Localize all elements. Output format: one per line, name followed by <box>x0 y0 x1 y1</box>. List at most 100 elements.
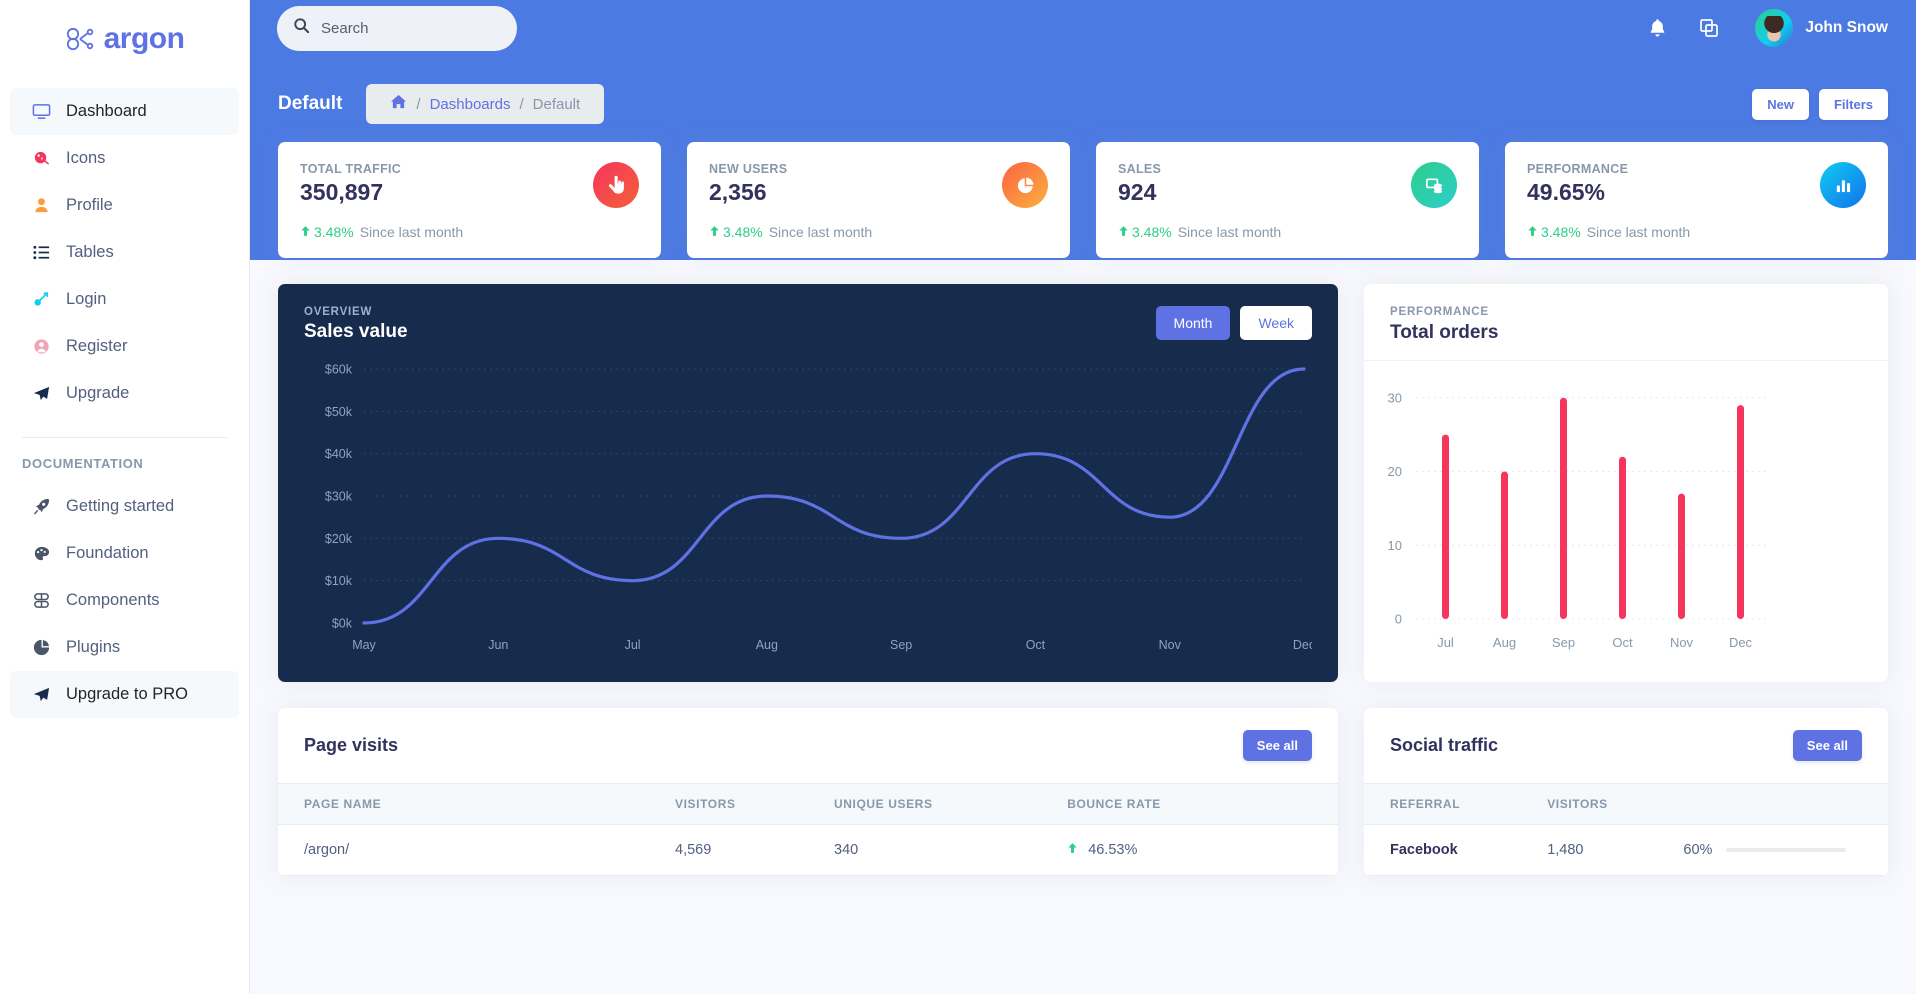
svg-text:$50k: $50k <box>325 405 353 419</box>
arrow-up-icon <box>1527 224 1538 240</box>
stat-card-total-traffic: TOTAL TRAFFIC 350,897 3.48% Since last m… <box>278 142 661 258</box>
sidebar-item-plugins[interactable]: Plugins <box>10 624 239 671</box>
svg-text:30: 30 <box>1388 390 1402 405</box>
svg-text:Sep: Sep <box>1552 635 1575 650</box>
stat-since: Since last month <box>1177 224 1282 240</box>
sidebar-item-label: Tables <box>66 243 114 261</box>
svg-text:May: May <box>352 638 376 652</box>
page-visits-see-all-button[interactable]: See all <box>1242 730 1312 761</box>
page-visits-card: Page visits See all PAGE NAME VISITORS U… <box>278 708 1338 876</box>
social-traffic-card: Social traffic See all REFERRAL VISITORS… <box>1364 708 1888 876</box>
arrow-up-icon <box>709 224 720 240</box>
header-actions: New Filters <box>1752 88 1888 120</box>
table-row[interactable]: Facebook 1,480 60% <box>1364 824 1888 876</box>
search-input[interactable] <box>321 19 501 37</box>
sidebar-item-tables[interactable]: Tables <box>10 229 239 276</box>
sidebar-item-label: Dashboard <box>66 102 147 120</box>
svg-text:$20k: $20k <box>325 532 353 546</box>
stat-since: Since last month <box>768 224 873 240</box>
column-visitors: VISITORS <box>1521 783 1658 825</box>
sidebar-item-register[interactable]: Register <box>10 323 239 370</box>
svg-text:0: 0 <box>1395 612 1402 627</box>
new-button[interactable]: New <box>1752 88 1809 120</box>
chart-title: Total orders <box>1390 322 1499 343</box>
svg-text:Sep: Sep <box>890 638 912 652</box>
page-title: Default <box>278 93 343 114</box>
stat-cards-row: TOTAL TRAFFIC 350,897 3.48% Since last m… <box>278 142 1888 258</box>
table-row[interactable]: /argon/ 4,569 340 46.53% <box>278 824 1338 876</box>
svg-text:Nov: Nov <box>1670 635 1694 650</box>
navbar-right: John Snow <box>1631 8 1888 48</box>
arrow-up-icon <box>300 224 311 240</box>
user-name: John Snow <box>1805 19 1888 36</box>
arrow-up-icon <box>1118 224 1129 240</box>
main-content: John Snow Default / Dashboards / Default… <box>250 0 1916 994</box>
sidebar-item-label: Components <box>66 591 160 609</box>
sidebar: argon Dashboard Icons Profile Tables Log… <box>0 0 250 994</box>
stat-delta: 3.48% <box>300 224 354 240</box>
hand-pointer-icon <box>593 162 639 208</box>
svg-text:$10k: $10k <box>325 574 353 588</box>
sidebar-item-upgrade[interactable]: Upgrade <box>10 370 239 417</box>
sidebar-item-components[interactable]: Components <box>10 577 239 624</box>
sidebar-item-dashboard[interactable]: Dashboard <box>10 88 239 135</box>
sidebar-item-profile[interactable]: Profile <box>10 182 239 229</box>
column-page-name: PAGE NAME <box>278 783 649 825</box>
sidebar-item-icons[interactable]: Icons <box>10 135 239 182</box>
cell-visitors: 4,569 <box>649 824 808 876</box>
breadcrumb-separator: / <box>416 95 421 113</box>
stat-delta: 3.48% <box>1527 224 1581 240</box>
stat-delta: 3.48% <box>709 224 763 240</box>
social-traffic-table: REFERRAL VISITORS Facebook 1,480 60% <box>1364 783 1888 876</box>
sidebar-item-getting-started[interactable]: Getting started <box>10 483 239 530</box>
sidebar-item-foundation[interactable]: Foundation <box>10 530 239 577</box>
svg-text:Oct: Oct <box>1026 638 1046 652</box>
cell-share: 60% <box>1657 824 1888 876</box>
rocket-icon <box>30 496 52 518</box>
svg-text:$40k: $40k <box>325 447 353 461</box>
user-menu[interactable]: John Snow <box>1755 9 1888 47</box>
page-visits-title: Page visits <box>304 735 399 755</box>
toggle-month-button[interactable]: Month <box>1155 306 1231 340</box>
breadcrumb: / Dashboards / Default <box>366 84 605 124</box>
bell-icon[interactable] <box>1631 8 1683 48</box>
bounce-rate-value: 46.53% <box>1088 842 1138 858</box>
svg-text:Aug: Aug <box>756 638 778 652</box>
svg-text:10: 10 <box>1388 538 1402 553</box>
key-icon <box>30 289 52 311</box>
breadcrumb-current: Default <box>532 95 581 113</box>
avatar <box>1755 9 1794 47</box>
sidebar-item-login[interactable]: Login <box>10 276 239 323</box>
planet-icon <box>30 148 52 170</box>
cell-referral: Facebook <box>1364 824 1522 876</box>
chart-eyebrow: PERFORMANCE <box>1390 306 1489 318</box>
home-icon[interactable] <box>390 94 407 114</box>
tv-screen-icon <box>30 101 52 123</box>
arrow-up-icon <box>1067 842 1078 858</box>
stat-value: 49.65% <box>1527 179 1606 205</box>
social-traffic-see-all-button[interactable]: See all <box>1792 730 1862 761</box>
bar-chart-icon <box>1820 162 1866 208</box>
brand-name: argon <box>103 22 185 55</box>
filters-button[interactable]: Filters <box>1818 88 1888 120</box>
page-header: Default / Dashboards / Default New Filte… <box>250 56 1916 130</box>
toggle-week-button[interactable]: Week <box>1240 306 1312 340</box>
sidebar-item-upgrade-to-pro[interactable]: Upgrade to PRO <box>10 671 239 718</box>
stat-label: NEW USERS <box>709 162 788 176</box>
circle-user-icon <box>30 336 52 358</box>
content-area: TOTAL TRAFFIC 350,897 3.48% Since last m… <box>250 130 1916 876</box>
social-traffic-title: Social traffic <box>1390 735 1499 755</box>
total-orders-chart-card: PERFORMANCE Total orders 0 10 20 30 Jul Aug Se… <box>1364 284 1888 682</box>
svg-text:Jul: Jul <box>625 638 641 652</box>
stat-delta-value: 3.48% <box>1132 224 1172 240</box>
search-box[interactable] <box>277 5 517 51</box>
column-unique-users: UNIQUE USERS <box>808 783 1042 825</box>
breadcrumb-link-dashboards[interactable]: Dashboards <box>430 96 511 113</box>
copy-windows-icon[interactable] <box>1683 8 1735 48</box>
column-bounce-rate: BOUNCE RATE <box>1041 783 1338 825</box>
brand-logo-area[interactable]: argon <box>0 0 249 78</box>
svg-text:Nov: Nov <box>1159 638 1182 652</box>
stat-delta-value: 3.48% <box>723 224 763 240</box>
sidebar-item-label: Profile <box>66 196 113 214</box>
sales-value-line-chart: $0k $10k $20k $30k $40k $50k $60k May Jun Jul Aug S… <box>325 363 1315 653</box>
